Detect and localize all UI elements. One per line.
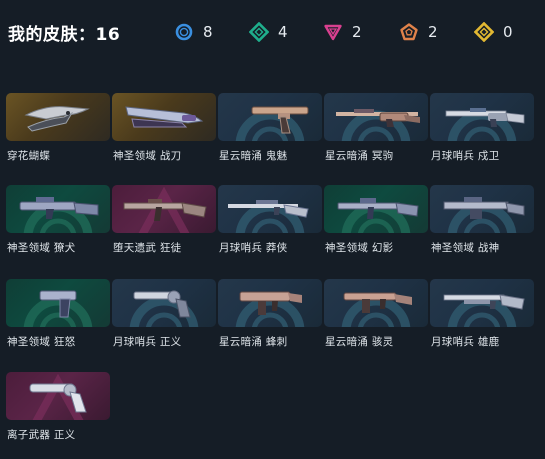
- guardian-rifle-icon: [445, 108, 525, 127]
- exclusive-tier-icon: [400, 23, 418, 41]
- exclusive-tier-count: 2: [428, 23, 438, 41]
- premium-tier-count: 2: [352, 23, 362, 41]
- deluxe-tier-count: 4: [278, 23, 288, 41]
- skin-name: 神圣领域 幻影: [325, 242, 394, 254]
- skin-name: 穿花蝴蝶: [7, 150, 51, 162]
- skin-name: 神圣领域 战刀: [113, 150, 182, 162]
- deluxe-tier-icon: [249, 22, 269, 42]
- tier-count-select: 8: [174, 22, 213, 42]
- skin-name: 星云暗涌 冥驹: [325, 150, 394, 162]
- skin-name: 星云暗涌 蜂刺: [219, 336, 288, 348]
- skin-name: 月球哨兵 雄鹿: [431, 336, 500, 348]
- skin-name: 月球哨兵 莽侠: [219, 242, 288, 254]
- skin-name: 堕天遗武 狂徒: [113, 242, 182, 254]
- skin-name: 月球哨兵 戍卫: [431, 150, 500, 162]
- skin-thumbnail: [6, 185, 110, 233]
- skin-thumbnail: [218, 185, 322, 233]
- skin-thumbnail: [430, 185, 534, 233]
- skin-thumbnail: [112, 279, 216, 327]
- outlaw-rifle-icon: [228, 200, 309, 218]
- skin-card[interactable]: 离子武器 正义: [6, 372, 110, 442]
- skin-card[interactable]: 堕天遗武 狂徒: [112, 185, 216, 255]
- ion-sheriff-icon: [29, 383, 87, 413]
- select-tier-count: 8: [203, 23, 213, 41]
- skin-thumbnail: [218, 279, 322, 327]
- blade-icon: [125, 106, 204, 128]
- premium-tier-icon: [324, 24, 342, 41]
- skin-card[interactable]: 神圣领域 幻影: [324, 185, 428, 255]
- skin-card[interactable]: 月球哨兵 莽侠: [218, 185, 322, 255]
- skin-card[interactable]: 月球哨兵 正义: [112, 279, 216, 349]
- phantom-rifle-icon: [337, 198, 419, 219]
- skin-card[interactable]: 神圣领域 战神: [430, 185, 534, 255]
- skin-thumbnail: [324, 279, 428, 327]
- skin-thumbnail: [324, 185, 428, 233]
- skin-card[interactable]: 神圣领域 战刀: [112, 93, 216, 163]
- select-tier-icon: [175, 23, 193, 41]
- tier-count-deluxe: 4: [249, 22, 288, 42]
- skin-thumbnail: [6, 372, 110, 420]
- ultra-tier-icon: [474, 22, 494, 42]
- frenzy-pistol-icon: [39, 290, 77, 318]
- ares-lmg-icon: [443, 197, 525, 219]
- skin-card[interactable]: 月球哨兵 戍卫: [430, 93, 534, 163]
- skin-thumbnail: [6, 93, 110, 141]
- skin-card[interactable]: 星云暗涌 蜂刺: [218, 279, 322, 349]
- vandal-rifle-icon: [123, 199, 207, 221]
- skin-thumbnail: [430, 279, 534, 327]
- marshal-rifle-icon: [336, 109, 420, 127]
- header: 我的皮肤：16 8 4 2 2 0: [0, 0, 545, 66]
- skin-thumbnail: [430, 93, 534, 141]
- page-title: 我的皮肤：16: [8, 25, 121, 45]
- skin-name: 神圣领域 獠犬: [7, 242, 76, 254]
- skin-name: 星云暗涌 骇灵: [325, 336, 394, 348]
- skin-card[interactable]: 星云暗涌 骇灵: [324, 279, 428, 349]
- skin-card[interactable]: 星云暗涌 冥驹: [324, 93, 428, 163]
- skin-name: 星云暗涌 鬼魅: [219, 150, 288, 162]
- stinger-smg-icon: [239, 291, 302, 315]
- skin-grid: 穿花蝴蝶 神圣领域 战刀 星云暗涌 鬼魅 星云暗涌 冥驹 月球哨兵 戍卫 神圣领…: [6, 93, 540, 453]
- skin-name: 月球哨兵 正义: [113, 336, 182, 348]
- bulldog-rifle-icon: [19, 197, 99, 219]
- spectre-smg-icon: [343, 292, 412, 313]
- skin-name: 神圣领域 狂怒: [7, 336, 76, 348]
- skin-thumbnail: [218, 93, 322, 141]
- ultra-tier-count: 0: [503, 23, 513, 41]
- skin-thumbnail: [112, 93, 216, 141]
- skin-card[interactable]: 神圣领域 獠犬: [6, 185, 110, 255]
- bucky-shotgun-icon: [443, 294, 525, 310]
- butterfly-knife-icon: [24, 106, 90, 132]
- skin-thumbnail: [112, 185, 216, 233]
- skin-card[interactable]: 月球哨兵 雄鹿: [430, 279, 534, 349]
- skin-thumbnail: [6, 279, 110, 327]
- skin-name: 神圣领域 战神: [431, 242, 500, 254]
- skin-card[interactable]: 星云暗涌 鬼魅: [218, 93, 322, 163]
- ghost-pistol-icon: [251, 106, 309, 134]
- skin-name: 离子武器 正义: [7, 429, 76, 441]
- skin-thumbnail: [324, 93, 428, 141]
- skin-card[interactable]: 神圣领域 狂怒: [6, 279, 110, 349]
- skin-card[interactable]: 穿花蝴蝶: [6, 93, 110, 163]
- sheriff-revolver-icon: [133, 290, 191, 318]
- tier-count-ultra: 0: [474, 22, 513, 42]
- tier-count-exclusive: 2: [399, 22, 438, 42]
- tier-count-premium: 2: [323, 22, 362, 42]
